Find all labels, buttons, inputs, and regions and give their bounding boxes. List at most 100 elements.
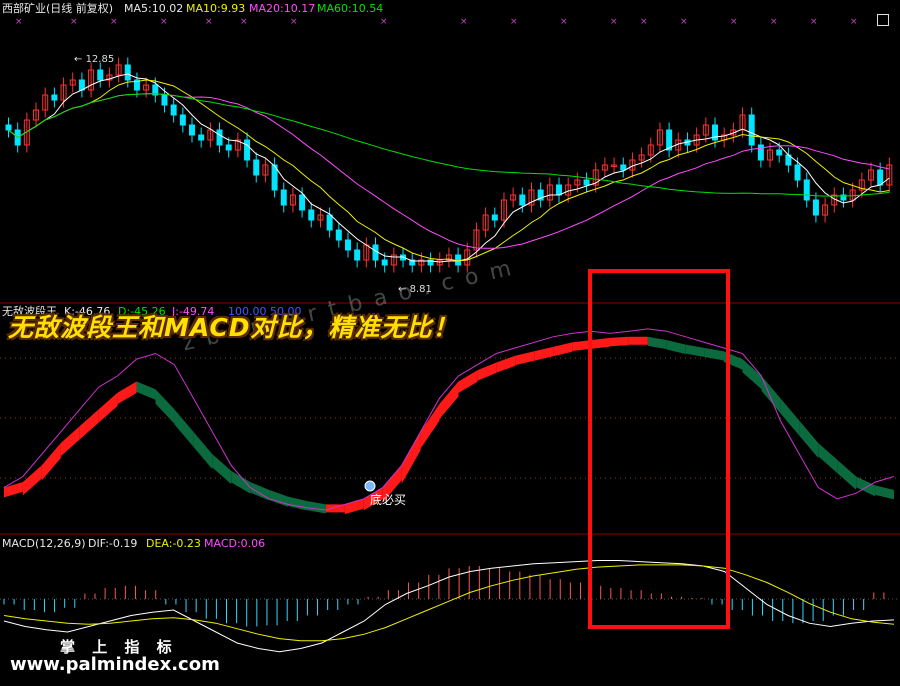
top-marker: × <box>380 17 388 27</box>
top-marker: × <box>810 17 818 27</box>
macd-name: MACD(12,26,9) <box>2 537 86 550</box>
top-marker: × <box>610 17 618 27</box>
band-down-segment <box>837 459 857 490</box>
band-up-segment <box>117 381 137 405</box>
candle-body <box>620 164 627 171</box>
ma60-line <box>8 93 890 197</box>
band-down-segment <box>742 359 762 390</box>
candle-body <box>877 169 884 186</box>
band-up-segment <box>98 392 118 423</box>
top-marker: × <box>560 17 568 27</box>
candle-body <box>299 194 306 211</box>
ma10-line <box>8 79 890 262</box>
top-marker: × <box>460 17 468 27</box>
band-up-segment <box>22 465 42 496</box>
candle-body <box>556 184 563 196</box>
candle-body <box>170 104 177 116</box>
band-down-segment <box>306 501 326 514</box>
candle-body <box>97 69 104 81</box>
candle-body <box>198 134 205 141</box>
panel-toggle-icon[interactable] <box>877 14 889 26</box>
site-url: www.palmindex.com <box>10 654 220 675</box>
top-marker: × <box>160 17 168 27</box>
ma20-value: MA20:10.17 <box>249 2 316 15</box>
band-down-segment <box>269 489 289 507</box>
candle-body <box>455 254 462 266</box>
candle-body <box>519 194 526 206</box>
candle-body <box>776 149 783 156</box>
candle-body <box>794 164 801 181</box>
top-marker: × <box>770 17 778 27</box>
candle-body <box>803 179 810 201</box>
candle-body <box>51 94 58 101</box>
candle-body <box>354 249 361 261</box>
band-down-segment <box>875 485 894 500</box>
candle-body <box>124 64 131 81</box>
candle-body <box>308 209 315 221</box>
band-down-segment <box>212 454 232 485</box>
candle-body <box>757 144 764 161</box>
macd-value: MACD:0.06 <box>204 537 266 550</box>
candle-body <box>189 124 196 136</box>
candle-body <box>244 139 251 161</box>
band-down-segment <box>799 420 819 458</box>
band-down-segment <box>174 409 194 447</box>
band-up-segment <box>4 482 23 498</box>
band-up-segment <box>41 442 61 481</box>
candle-body <box>812 199 819 216</box>
stock-title: 西部矿业(日线 前复权) <box>2 2 114 15</box>
band-down-segment <box>818 442 838 473</box>
ma5-line <box>8 73 890 263</box>
high-price-label: ← 12.85 <box>74 54 115 65</box>
candle-body <box>5 124 12 131</box>
ma10-value: MA10:9.93 <box>186 2 246 15</box>
top-marker: × <box>640 17 648 27</box>
top-marker: × <box>15 17 23 27</box>
chart-stage: × × × × × × × × × × × × × × × × × × 西部矿业(日线 前复权) MA5:10.0… <box>0 0 900 686</box>
band-down-segment <box>780 398 800 436</box>
candle-body <box>583 179 590 186</box>
top-marker: × <box>730 17 738 27</box>
band-down-segment <box>231 470 251 494</box>
top-marker: × <box>240 17 248 27</box>
candle-body <box>335 229 342 241</box>
band-down-segment <box>155 389 175 424</box>
candle-body <box>179 114 186 126</box>
top-marker: × <box>70 17 78 27</box>
candle-body <box>326 214 333 231</box>
top-marker: × <box>205 17 213 27</box>
candle-body <box>344 239 351 251</box>
highlight-box <box>588 269 730 629</box>
candle-body <box>253 159 260 176</box>
candle-body <box>225 144 232 151</box>
candle-body <box>381 259 388 266</box>
buy-signal-dot <box>364 480 376 492</box>
band-down-segment <box>856 476 876 497</box>
band-up-segment <box>60 426 80 457</box>
candle-body <box>748 114 755 146</box>
top-marker: × <box>110 17 118 27</box>
band-down-segment <box>193 431 213 470</box>
macd-dea: DEA:-0.23 <box>146 537 201 550</box>
ma60-value: MA60:10.54 <box>317 2 384 15</box>
band-up-segment <box>553 342 573 357</box>
k-line <box>3 328 895 511</box>
band-down-segment <box>136 381 156 400</box>
slogan: 无敌波段王和MACD对比，精准无比！ <box>8 313 459 342</box>
band-up-segment <box>79 409 99 440</box>
buy-signal-label: 底必买 <box>370 493 407 507</box>
band-up-segment <box>534 346 554 361</box>
band-down-segment <box>288 496 307 511</box>
candle-body <box>491 214 498 221</box>
top-marker: × <box>510 17 518 27</box>
top-marker: × <box>680 17 688 27</box>
top-marker: × <box>290 17 298 27</box>
candle-body <box>161 94 168 106</box>
band-up-segment <box>477 362 497 381</box>
candle-body <box>216 129 223 146</box>
band-up-segment <box>515 351 535 366</box>
top-marker: × <box>850 17 858 27</box>
band-up-segment <box>401 431 421 484</box>
ma5-value: MA5:10.02 <box>124 2 184 15</box>
macd-dif: DIF:-0.19 <box>88 537 138 550</box>
